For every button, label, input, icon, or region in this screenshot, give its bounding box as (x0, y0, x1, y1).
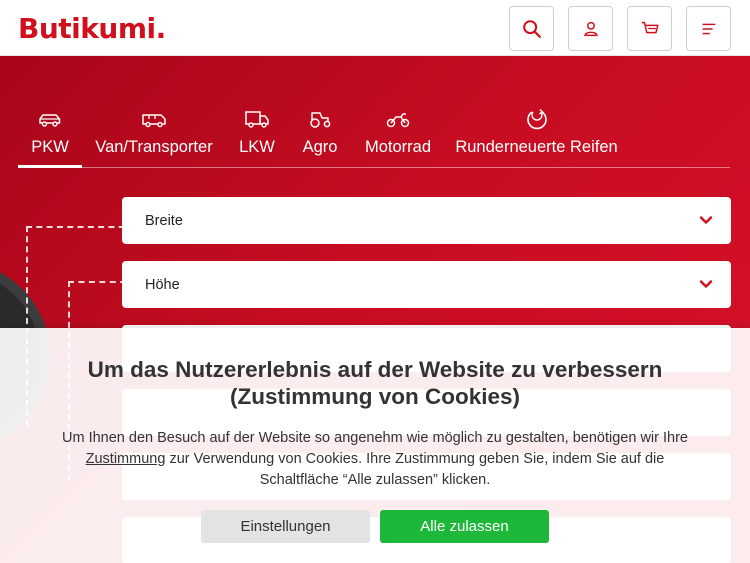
height-select[interactable]: Höhe (122, 261, 731, 308)
height-select-label: Höhe (145, 276, 180, 293)
cookie-title: Um das Nutzererlebnis auf der Website zu… (0, 356, 750, 410)
width-select-label: Breite (145, 212, 183, 229)
tab-label: LKW (239, 138, 275, 156)
logo[interactable]: Butikumi. (18, 12, 166, 45)
cookie-text: Um Ihnen den Besuch auf der Website so a… (60, 428, 690, 491)
tab-label: Van/Transporter (95, 138, 213, 156)
chevron-down-icon (699, 216, 713, 224)
truck-icon (245, 111, 269, 128)
motorcycle-icon (386, 113, 410, 128)
cookie-title-line1: Um das Nutzererlebnis auf der Website zu… (87, 357, 663, 382)
cookie-settings-button[interactable]: Einstellungen (201, 510, 370, 543)
cookie-consent-banner: Um das Nutzererlebnis auf der Website zu… (0, 328, 750, 563)
car-icon (39, 114, 61, 127)
search-button[interactable] (509, 6, 554, 51)
tab-label: PKW (31, 138, 69, 156)
retread-tire-icon (526, 109, 547, 130)
cookie-text-part2: zur Verwendung von Cookies. Ihre Zustimm… (169, 451, 665, 488)
tab-pkw[interactable]: PKW (18, 104, 82, 168)
cookie-text-part1: Um Ihnen den Besuch auf der Website so a… (61, 430, 688, 446)
site-header: Butikumi. (0, 0, 750, 56)
tab-runderneuerte-reifen[interactable]: Runderneuerte Reifen (455, 104, 618, 168)
consent-link[interactable]: Zustimmung (86, 451, 166, 467)
tab-lkw[interactable]: LKW (236, 104, 278, 168)
account-button[interactable] (568, 6, 613, 51)
cookie-title-line2: (Zustimmung von Cookies) (229, 384, 520, 409)
accept-all-button[interactable]: Alle zulassen (380, 510, 549, 543)
tab-agro[interactable]: Agro (300, 104, 340, 168)
tab-label: Motorrad (364, 138, 432, 156)
menu-icon (702, 23, 715, 34)
cart-icon (641, 21, 659, 33)
cart-button[interactable] (627, 6, 672, 51)
chevron-down-icon (699, 280, 713, 288)
vehicle-tabs: PKW Van/Transporter LKW Agro Motorrad Ru… (18, 104, 730, 168)
van-icon (142, 114, 166, 128)
tab-label: Runderneuerte Reifen (455, 138, 618, 156)
user-icon (583, 21, 598, 36)
search-icon (522, 19, 541, 38)
tab-van-transporter[interactable]: Van/Transporter (95, 104, 213, 168)
width-select[interactable]: Breite (122, 197, 731, 244)
tractor-icon (310, 112, 331, 128)
menu-button[interactable] (686, 6, 731, 51)
tab-label: Agro (302, 138, 338, 156)
tab-motorrad[interactable]: Motorrad (363, 104, 433, 168)
